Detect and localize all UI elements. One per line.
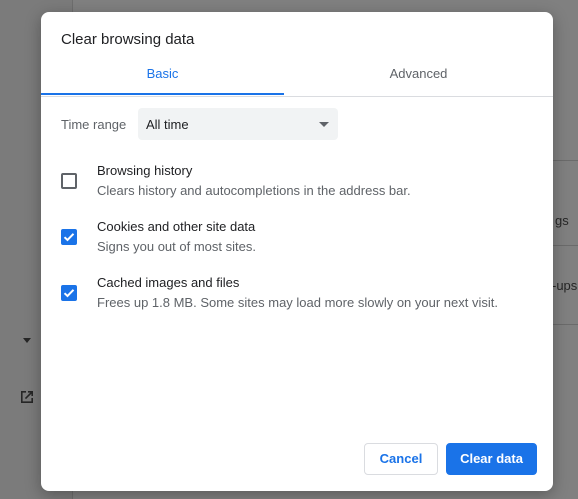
caret-down-icon [23,338,31,343]
dialog-title: Clear browsing data [61,31,195,48]
clear-data-button[interactable]: Clear data [446,443,537,475]
option-description: Signs you out of most sites. [97,239,256,254]
browsing-history-checkbox[interactable] [61,173,77,189]
tab-advanced[interactable]: Advanced [297,64,540,95]
option-description: Clears history and autocompletions in th… [97,183,411,198]
checkmark-icon [63,289,75,298]
time-range-label: Time range [61,117,127,132]
option-description: Frees up 1.8 MB. Some sites may load mor… [97,295,498,310]
option-title: Cached images and files [97,275,240,290]
option-title: Cookies and other site data [97,219,256,234]
clear-browsing-data-dialog: Clear browsing data Basic Advanced Time … [41,12,553,491]
background-text: -ups, [552,278,578,293]
option-cookies: Cookies and other site data Signs you ou… [61,219,541,259]
option-browsing-history: Browsing history Clears history and auto… [61,163,541,203]
cookies-checkbox[interactable] [61,229,77,245]
checkmark-icon [63,233,75,242]
option-title: Browsing history [97,163,193,178]
background-text: gs [555,213,569,228]
cancel-button[interactable]: Cancel [364,443,438,475]
tab-basic[interactable]: Basic [41,64,284,95]
option-cached-images: Cached images and files Frees up 1.8 MB.… [61,275,541,315]
dropdown-arrow-icon [319,122,329,127]
cached-images-checkbox[interactable] [61,285,77,301]
time-range-select[interactable]: All time [138,108,338,140]
tab-bar: Basic Advanced [41,64,553,97]
time-range-value: All time [146,117,189,132]
open-in-new-icon [18,388,36,406]
